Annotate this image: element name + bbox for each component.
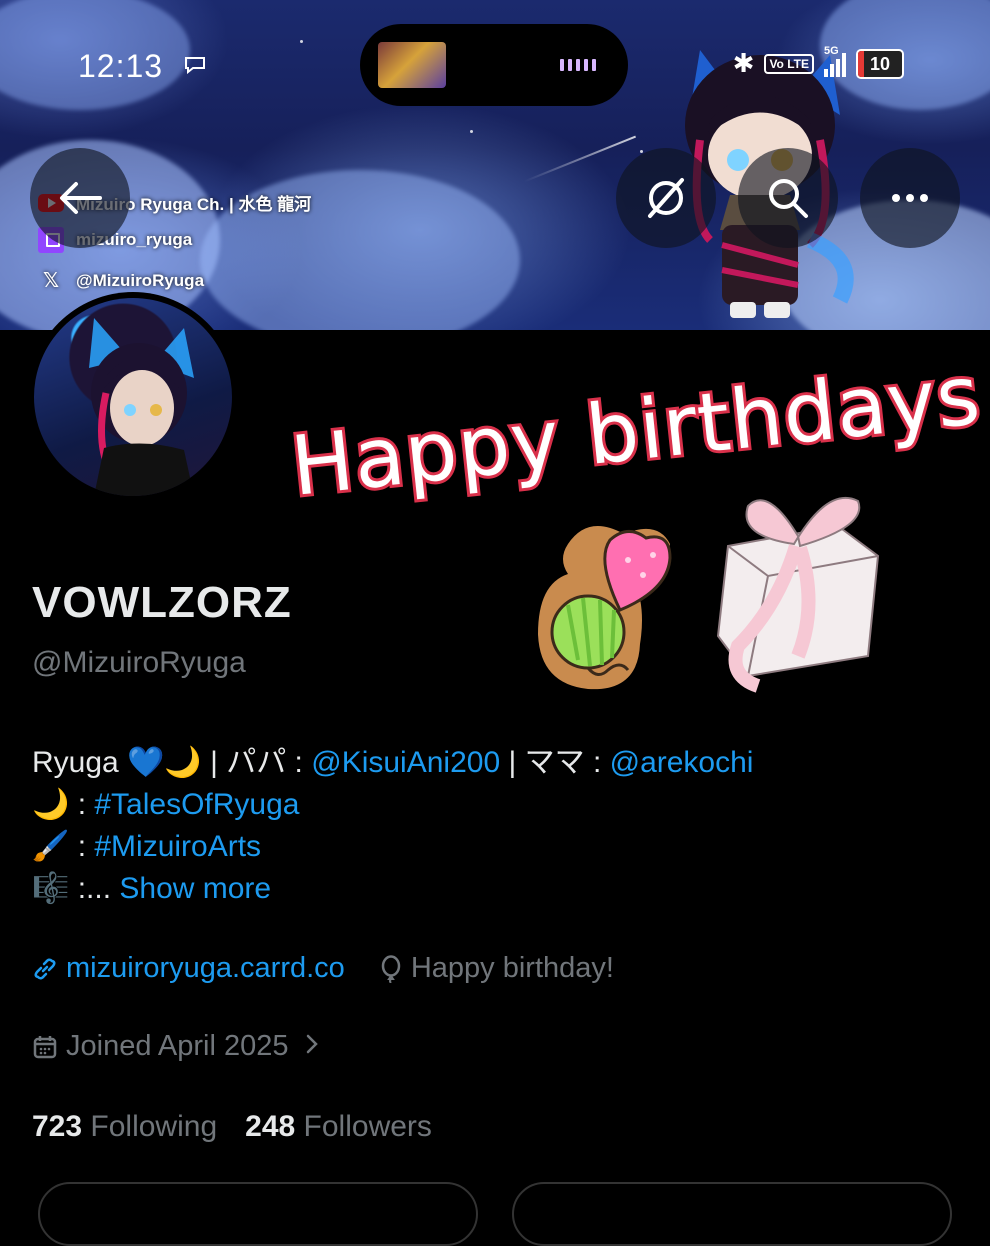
following-count: 723 (32, 1110, 83, 1143)
bio-text: Ryuga 💙🌙 | パパ : (32, 746, 312, 779)
bio-text: 🎼 :... (32, 872, 120, 905)
gift-box-icon (716, 496, 880, 693)
x-logo-icon: 𝕏 (42, 270, 60, 292)
profile-handle: @MizuiroRyuga (32, 646, 246, 679)
x-username: @MizuiroRyuga (76, 271, 205, 290)
bluetooth-icon: ✱ (732, 48, 755, 78)
profile-action-button[interactable] (38, 1182, 478, 1246)
profile-bio: Ryuga 💙🌙 | パパ : @KisuiAni200 | ママ : @are… (32, 742, 753, 910)
network-type: 5G (824, 44, 839, 57)
following-link[interactable]: 723 Following (32, 1110, 217, 1144)
more-options-button[interactable] (860, 148, 960, 248)
joined-row[interactable]: Joined April 2025 (32, 1030, 319, 1063)
chat-bubble-icon (185, 57, 205, 74)
link-icon (32, 956, 58, 982)
profile-action-button[interactable] (512, 1182, 952, 1246)
balloon-icon (538, 526, 672, 690)
volte-indicator: Vo LTE (764, 53, 814, 74)
grok-slash-icon (648, 178, 684, 218)
balloon-icon (379, 954, 403, 983)
bio-line: 🌙 : #TalesOfRyuga (32, 784, 753, 826)
website-link[interactable]: mizuiroryuga.carrd.co (66, 952, 345, 985)
audio-visualizer-icon (560, 59, 596, 71)
following-label: Following (90, 1110, 218, 1143)
status-time: 12:13 (78, 48, 164, 84)
followers-link[interactable]: 248 Followers (245, 1110, 432, 1144)
hashtag-link[interactable]: #TalesOfRyuga (94, 788, 299, 821)
back-button[interactable] (30, 148, 130, 248)
banner-social-x: 𝕏 @MizuiroRyuga (38, 268, 204, 294)
bio-line: 🖌️ : #MizuiroArts (32, 826, 753, 868)
calendar-icon (32, 1034, 58, 1060)
show-more-link[interactable]: Show more (119, 872, 271, 905)
banner-star (300, 40, 303, 43)
profile-meta-row: mizuiroryuga.carrd.co Happy birthday! (32, 952, 614, 985)
mention-link-mama[interactable]: @arekochi (610, 746, 754, 779)
chevron-right-icon (305, 1030, 319, 1063)
avatar-character-illustration (89, 318, 194, 496)
grok-button[interactable] (616, 148, 716, 248)
display-name: VOWLZORZ (32, 578, 292, 627)
more-horizontal-icon (892, 194, 928, 202)
bio-text: 🌙 : (32, 788, 95, 821)
followers-label: Followers (303, 1110, 432, 1143)
followers-count: 248 (245, 1110, 296, 1143)
search-button[interactable] (738, 148, 838, 248)
bio-text: 🖌️ : (32, 830, 95, 863)
birthday-text: Happy birthday! (410, 952, 614, 984)
avatar[interactable] (34, 298, 232, 496)
bio-line: Ryuga 💙🌙 | パパ : @KisuiAni200 | ママ : @are… (32, 742, 753, 784)
hashtag-link[interactable]: #MizuiroArts (94, 830, 261, 863)
joined-date: Joined April 2025 (66, 1030, 289, 1062)
profile-banner[interactable]: 12:13 ✱ Vo LTE 5G 10 Mizuiro Ryuga Ch. |… (0, 0, 990, 330)
status-icons: ✱ Vo LTE 5G 10 (732, 45, 904, 79)
banner-star (470, 130, 473, 133)
arrow-left-icon (60, 182, 102, 214)
banner-meteor (523, 135, 637, 183)
search-icon (769, 179, 808, 218)
follow-stats: 723 Following 248 Followers (32, 1110, 432, 1144)
signal-icon: 5G (824, 45, 846, 77)
media-thumbnail[interactable] (378, 42, 446, 88)
bio-text: | ママ : (500, 746, 610, 779)
battery-indicator: 10 (856, 48, 904, 79)
mention-link-papa[interactable]: @KisuiAni200 (311, 746, 500, 779)
bio-line: 🎼 :... Show more (32, 868, 753, 910)
